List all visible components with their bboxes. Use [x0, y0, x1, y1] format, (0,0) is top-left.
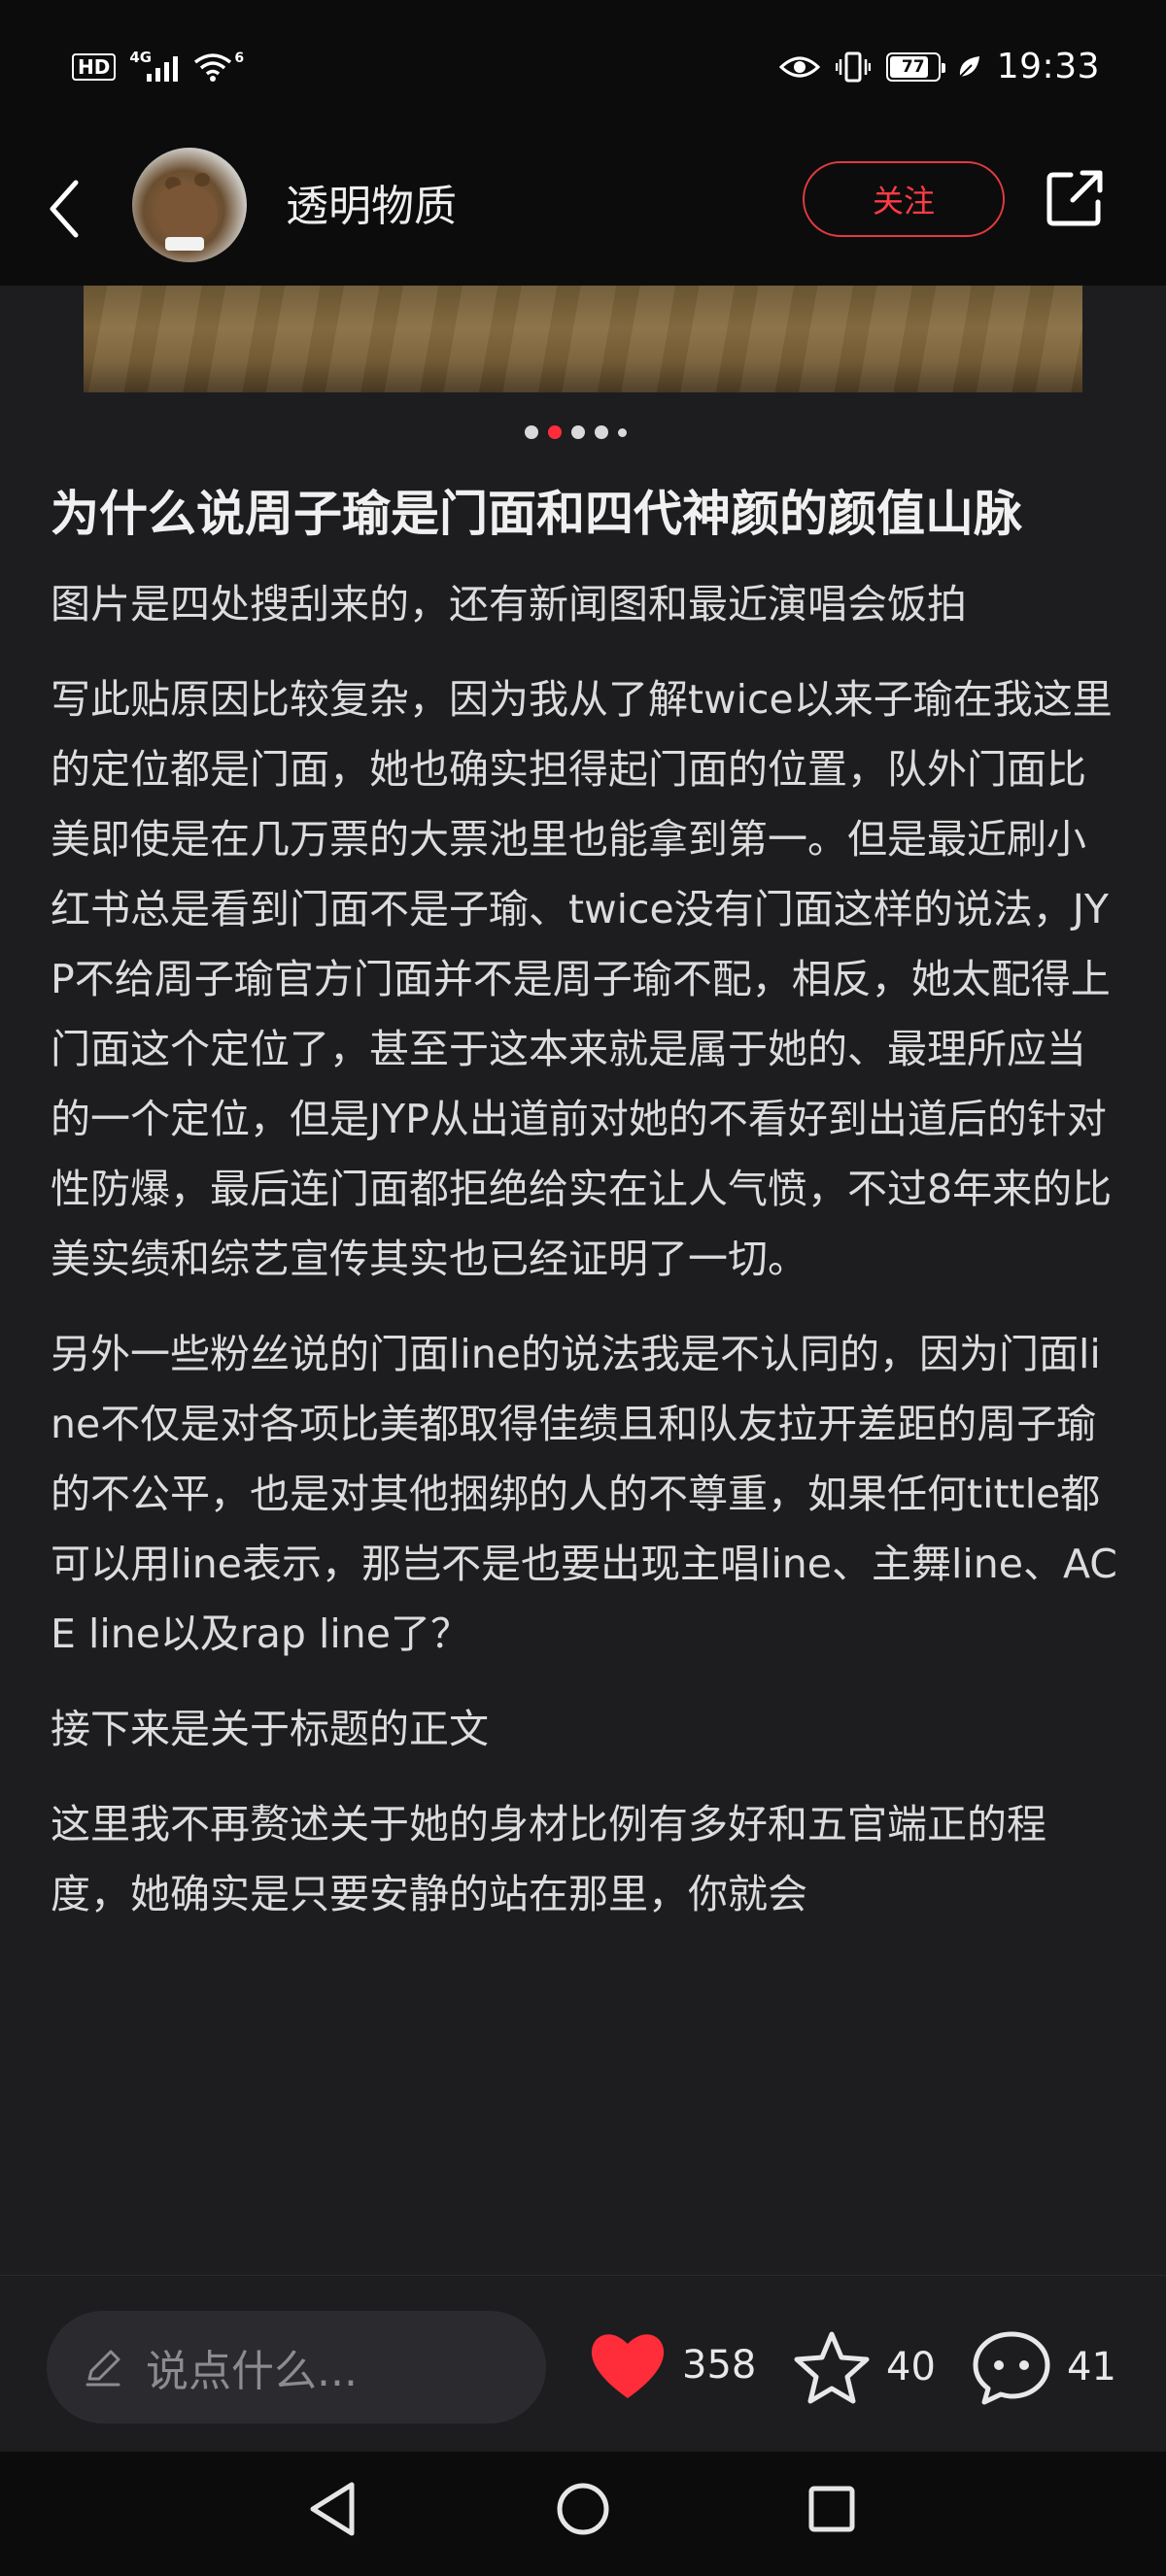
collect-count: 40 [886, 2345, 936, 2390]
comment-button[interactable]: 41 [970, 2328, 1116, 2406]
cellular-signal-icon: 4G [129, 49, 179, 82]
wifi-icon [194, 53, 232, 82]
comment-count: 41 [1067, 2345, 1116, 2390]
post-paragraph: 图片是四处搜刮来的，还有新闻图和最近演唱会饭拍 [51, 581, 967, 627]
status-right: 77 19:33 [778, 47, 1100, 86]
post-paragraph: 接下来是关于标题的正文 [51, 1706, 489, 1752]
follow-button[interactable]: 关注 [803, 161, 1005, 237]
clock: 19:33 [996, 47, 1100, 86]
system-navigation-bar [0, 2452, 1166, 2576]
like-count: 358 [682, 2343, 757, 2388]
comment-bubble-icon [973, 2331, 1050, 2405]
eye-comfort-icon [778, 56, 820, 77]
status-left: HD 4G 6 [72, 49, 245, 84]
nav-recents-icon[interactable] [803, 2477, 861, 2541]
carousel-dot [571, 425, 585, 439]
carousel-indicator [525, 425, 627, 439]
pencil-icon [86, 2350, 120, 2387]
carousel-dot [618, 427, 627, 437]
battery-level: 77 [901, 56, 925, 77]
star-icon [794, 2331, 870, 2404]
carousel-dot [525, 425, 538, 439]
back-arrow-icon[interactable] [41, 175, 89, 243]
comment-placeholder: 说点什么... [146, 2347, 358, 2396]
post-header: 透明物质 关注 [0, 144, 1166, 286]
post-detail-screen: HD 4G 6 77 19:33 透明物质 关注 为什么说周子瑜是门面和四代神颜… [0, 0, 1166, 2576]
heart-icon [591, 2334, 665, 2398]
author-avatar[interactable] [132, 148, 247, 262]
post-title: 为什么说周子瑜是门面和四代神颜的颜值山脉 [51, 486, 1022, 542]
post-paragraph: 写此贴原因比较复杂，因为我从了解twice以来子瑜在我这里的定位都是门面，她也确… [51, 676, 1113, 1282]
network-type-label: 4G [129, 49, 153, 66]
share-icon[interactable] [1044, 167, 1106, 229]
hd-badge: HD [72, 53, 117, 81]
battery-icon: 77 [885, 51, 945, 82]
engagement-bar: 说点什么... 358 40 41 [0, 2275, 1166, 2452]
power-saving-leaf-icon [959, 55, 979, 78]
post-content: 为什么说周子瑜是门面和四代神颜的颜值山脉 图片是四处搜刮来的，还有新闻图和最近演… [51, 476, 1119, 1954]
like-button[interactable]: 358 [587, 2328, 756, 2402]
nav-home-icon[interactable] [552, 2477, 614, 2541]
author-name[interactable]: 透明物质 [286, 171, 457, 233]
post-paragraph: 另外一些粉丝说的门面line的说法我是不认同的，因为门面line不仅是对各项比美… [51, 1331, 1117, 1657]
carousel-dot [595, 425, 608, 439]
collect-button[interactable]: 40 [791, 2328, 936, 2406]
status-bar: HD 4G 6 77 19:33 [0, 0, 1166, 144]
wifi-generation-label: 6 [234, 51, 245, 66]
post-paragraph: 这里我不再赘述关于她的身材比例有多好和五官端正的程度，她确实是只要安静的站在那里… [51, 1801, 1046, 1917]
comment-input[interactable]: 说点什么... [47, 2311, 546, 2423]
nav-back-icon[interactable] [303, 2477, 361, 2541]
vibrate-icon [835, 51, 871, 82]
carousel-dot-active [548, 425, 562, 439]
post-image-carousel[interactable] [84, 286, 1082, 392]
